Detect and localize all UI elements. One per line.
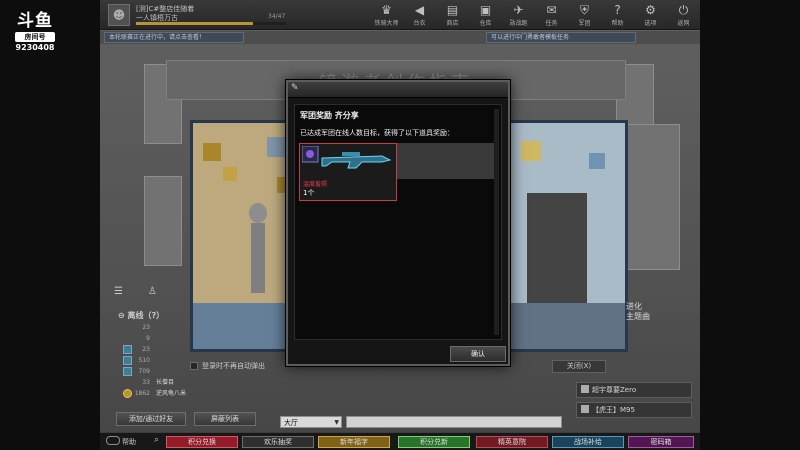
dialog-titlebar: ✎ — [288, 82, 508, 98]
room-label: 房间号 — [15, 32, 55, 42]
reward-item[interactable]: 温度羞照 1个 — [299, 143, 397, 201]
reward-item-name: 温度羞照 — [303, 181, 328, 188]
reward-dialog: ✎ 军团奖励 齐分享 已达成军团在线人数目标，获得了以下道具奖励： 温度羞照 1… — [286, 80, 510, 366]
dialog-content: 军团奖励 齐分享 已达成军团在线人数目标，获得了以下道具奖励： 温度羞照 1个 — [294, 104, 502, 340]
rifle-icon — [302, 146, 392, 169]
dialog-message: 已达成军团在线人数目标，获得了以下道具奖励： — [300, 129, 454, 137]
douyu-logo: 斗鱼 房间号 9230408 — [12, 12, 58, 52]
right-letterbox — [700, 0, 800, 450]
dialog-title: 军团奖励 齐分享 — [300, 111, 359, 120]
confirm-button[interactable]: 确认 — [450, 346, 506, 362]
game-window: ☻ [测]C#整店佳随着 一人镇梧万古 34/47 ♛ 铁骑大师 ◀ 台衣 ▤ 商店 ▣ 仓库… — [100, 0, 700, 450]
wrench-icon: ✎ — [291, 83, 299, 93]
dialog-scrollbar[interactable] — [494, 109, 499, 335]
logo-text: 斗鱼 — [17, 11, 53, 31]
left-letterbox: 斗鱼 房间号 9230408 — [0, 0, 100, 450]
reward-item-quantity: 1个 — [303, 189, 315, 197]
room-number: 9230408 — [15, 43, 55, 52]
